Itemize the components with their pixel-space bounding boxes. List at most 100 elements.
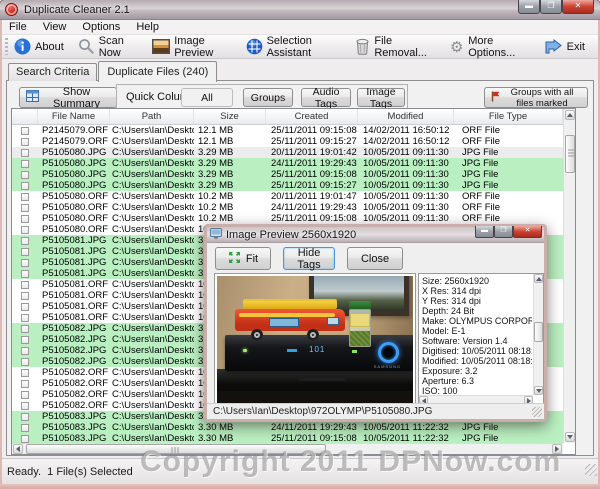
quick-audio-tags-button[interactable]: Audio Tags (301, 88, 351, 107)
row-checkbox[interactable] (21, 424, 29, 432)
toolbar-image-preview[interactable]: Image Preview (152, 35, 231, 59)
dialog-minimize-button[interactable]: ▬ (475, 226, 494, 238)
table-row[interactable]: P5105080.ORF C:\Users\Ian\Desktop\9... 1… (12, 191, 563, 202)
app-icon (5, 3, 18, 16)
menu-help[interactable]: Help (128, 21, 167, 33)
toolbar-grip (5, 38, 8, 55)
table-row[interactable]: P5105083.JPG C:\Users\Ian\Desktop\p... 3… (12, 433, 563, 443)
scroll-down-arrow[interactable] (565, 432, 575, 442)
row-checkbox[interactable] (21, 325, 29, 333)
header-path[interactable]: Path (110, 109, 194, 124)
tag-line: Digitised: 10/05/2011 08:18:41 (422, 346, 532, 356)
tab-search-criteria[interactable]: Search Criteria (8, 63, 97, 81)
row-checkbox[interactable] (21, 193, 29, 201)
menu-file[interactable]: File (1, 21, 35, 33)
dialog-close-button[interactable]: ✕ (513, 226, 542, 238)
scroll-left-arrow[interactable] (13, 444, 23, 454)
row-checkbox[interactable] (21, 160, 29, 168)
toolbar-more-options[interactable]: ⚙ More Options... (449, 35, 530, 59)
cell-file-name: P5105081.JPG (38, 268, 110, 279)
tags-vertical-scrollbar[interactable] (533, 274, 543, 395)
header-file-name[interactable]: File Name (38, 109, 110, 124)
row-checkbox[interactable] (21, 292, 29, 300)
row-checkbox[interactable] (21, 435, 29, 443)
table-row[interactable]: P2145079.ORF C:\Users\Ian\Desktop\p... 1… (12, 125, 563, 136)
fit-button[interactable]: Fit (215, 247, 271, 270)
row-checkbox[interactable] (21, 215, 29, 223)
tab-duplicate-files[interactable]: Duplicate Files (240) (98, 61, 217, 82)
close-button[interactable]: ✕ (562, 0, 594, 14)
row-checkbox[interactable] (21, 182, 29, 190)
row-checkbox[interactable] (21, 347, 29, 355)
row-checkbox[interactable] (21, 270, 29, 278)
table-row[interactable]: P5105080.JPG C:\Users\Ian\Desktop\V... 3… (12, 158, 563, 169)
quick-groups-button[interactable]: Groups (243, 88, 293, 107)
vertical-scrollbar[interactable] (563, 109, 575, 443)
row-checkbox[interactable] (21, 237, 29, 245)
photo-panel: 101 SAMSUNG (214, 273, 416, 406)
row-checkbox[interactable] (21, 204, 29, 212)
header-size[interactable]: Size (194, 109, 266, 124)
dialog-resize-grip[interactable] (532, 407, 542, 417)
row-checkbox[interactable] (21, 127, 29, 135)
row-checkbox[interactable] (21, 358, 29, 366)
header-checkbox-column[interactable] (12, 109, 38, 124)
tags-scroll-thumb[interactable] (534, 322, 543, 342)
dialog-close-action-button[interactable]: Close (347, 247, 403, 270)
groups-marked-button[interactable]: Groups with all files marked (484, 87, 588, 108)
scroll-up-arrow[interactable] (565, 110, 575, 120)
hide-tags-button[interactable]: Hide Tags (283, 247, 335, 270)
show-summary-button[interactable]: Show Summary (19, 87, 117, 108)
table-row[interactable]: P2145079.ORF C:\Users\Ian\Desktop\p... 1… (12, 136, 563, 147)
menu-view[interactable]: View (35, 21, 75, 33)
tags-scroll-down-arrow[interactable] (534, 386, 543, 395)
toolbar-about[interactable]: About (13, 38, 64, 56)
scroll-right-arrow[interactable] (552, 444, 562, 454)
maximize-button[interactable]: ❐ (540, 0, 562, 14)
cell-modified: 10/05/2011 09:11:30 (358, 169, 454, 180)
vertical-scroll-thumb[interactable] (565, 135, 575, 173)
row-checkbox[interactable] (21, 314, 29, 322)
row-checkbox[interactable] (21, 391, 29, 399)
table-row[interactable]: P5105080.ORF C:\Users\Ian\Desktop\V... 1… (12, 202, 563, 213)
row-checkbox[interactable] (21, 226, 29, 234)
row-checkbox[interactable] (21, 259, 29, 267)
row-checkbox[interactable] (21, 402, 29, 410)
table-row[interactable]: P5105080.JPG C:\Users\Ian\Desktop\9... 3… (12, 147, 563, 158)
cell-size: 3.30 MB (194, 433, 266, 443)
tag-line: Y Res: 314 dpi (422, 296, 532, 306)
row-checkbox[interactable] (21, 303, 29, 311)
toolbar-file-removal[interactable]: File Removal... (355, 35, 435, 59)
row-checkbox[interactable] (21, 336, 29, 344)
menu-options[interactable]: Options (74, 21, 128, 33)
row-checkbox[interactable] (21, 369, 29, 377)
table-row[interactable]: P5105080.JPG C:\Users\Ian\Desktop\p... 3… (12, 180, 563, 191)
cell-file-name: P5105081.ORF (38, 312, 110, 323)
header-modified[interactable]: Modified (358, 109, 454, 124)
row-checkbox[interactable] (21, 380, 29, 388)
row-checkbox[interactable] (21, 413, 29, 421)
window-resize-grip[interactable] (585, 464, 597, 476)
row-checkbox[interactable] (21, 281, 29, 289)
table-row[interactable]: P5105080.JPG C:\Users\Ian\Desktop\p... 3… (12, 169, 563, 180)
toolbar-scan-now[interactable]: Scan Now (78, 35, 138, 59)
table-row[interactable]: P5105083.JPG C:\Users\Ian\Desktop\V... 3… (12, 422, 563, 433)
quick-all-button[interactable]: All (181, 88, 233, 107)
toolbar-exit[interactable]: Exit (545, 38, 585, 56)
header-file-type[interactable]: File Type (454, 109, 563, 124)
quick-image-tags-button[interactable]: Image Tags (357, 88, 405, 107)
minimize-button[interactable]: ▬ (518, 0, 540, 14)
toolbar-selection-assistant[interactable]: Selection Assistant (246, 35, 342, 59)
horizontal-scroll-thumb[interactable] (26, 444, 326, 454)
horizontal-scrollbar[interactable] (12, 443, 563, 454)
cell-created: 25/11/2011 09:15:27 (266, 180, 358, 191)
row-checkbox[interactable] (21, 138, 29, 146)
tags-scroll-up-arrow[interactable] (534, 274, 543, 283)
dialog-maximize-button[interactable]: ❐ (494, 226, 513, 238)
header-created[interactable]: Created (266, 109, 358, 124)
table-row[interactable]: P5105080.ORF C:\Users\Ian\Desktop\p... 1… (12, 213, 563, 224)
fit-arrows-icon (228, 251, 241, 267)
row-checkbox[interactable] (21, 248, 29, 256)
row-checkbox[interactable] (21, 149, 29, 157)
row-checkbox[interactable] (21, 171, 29, 179)
